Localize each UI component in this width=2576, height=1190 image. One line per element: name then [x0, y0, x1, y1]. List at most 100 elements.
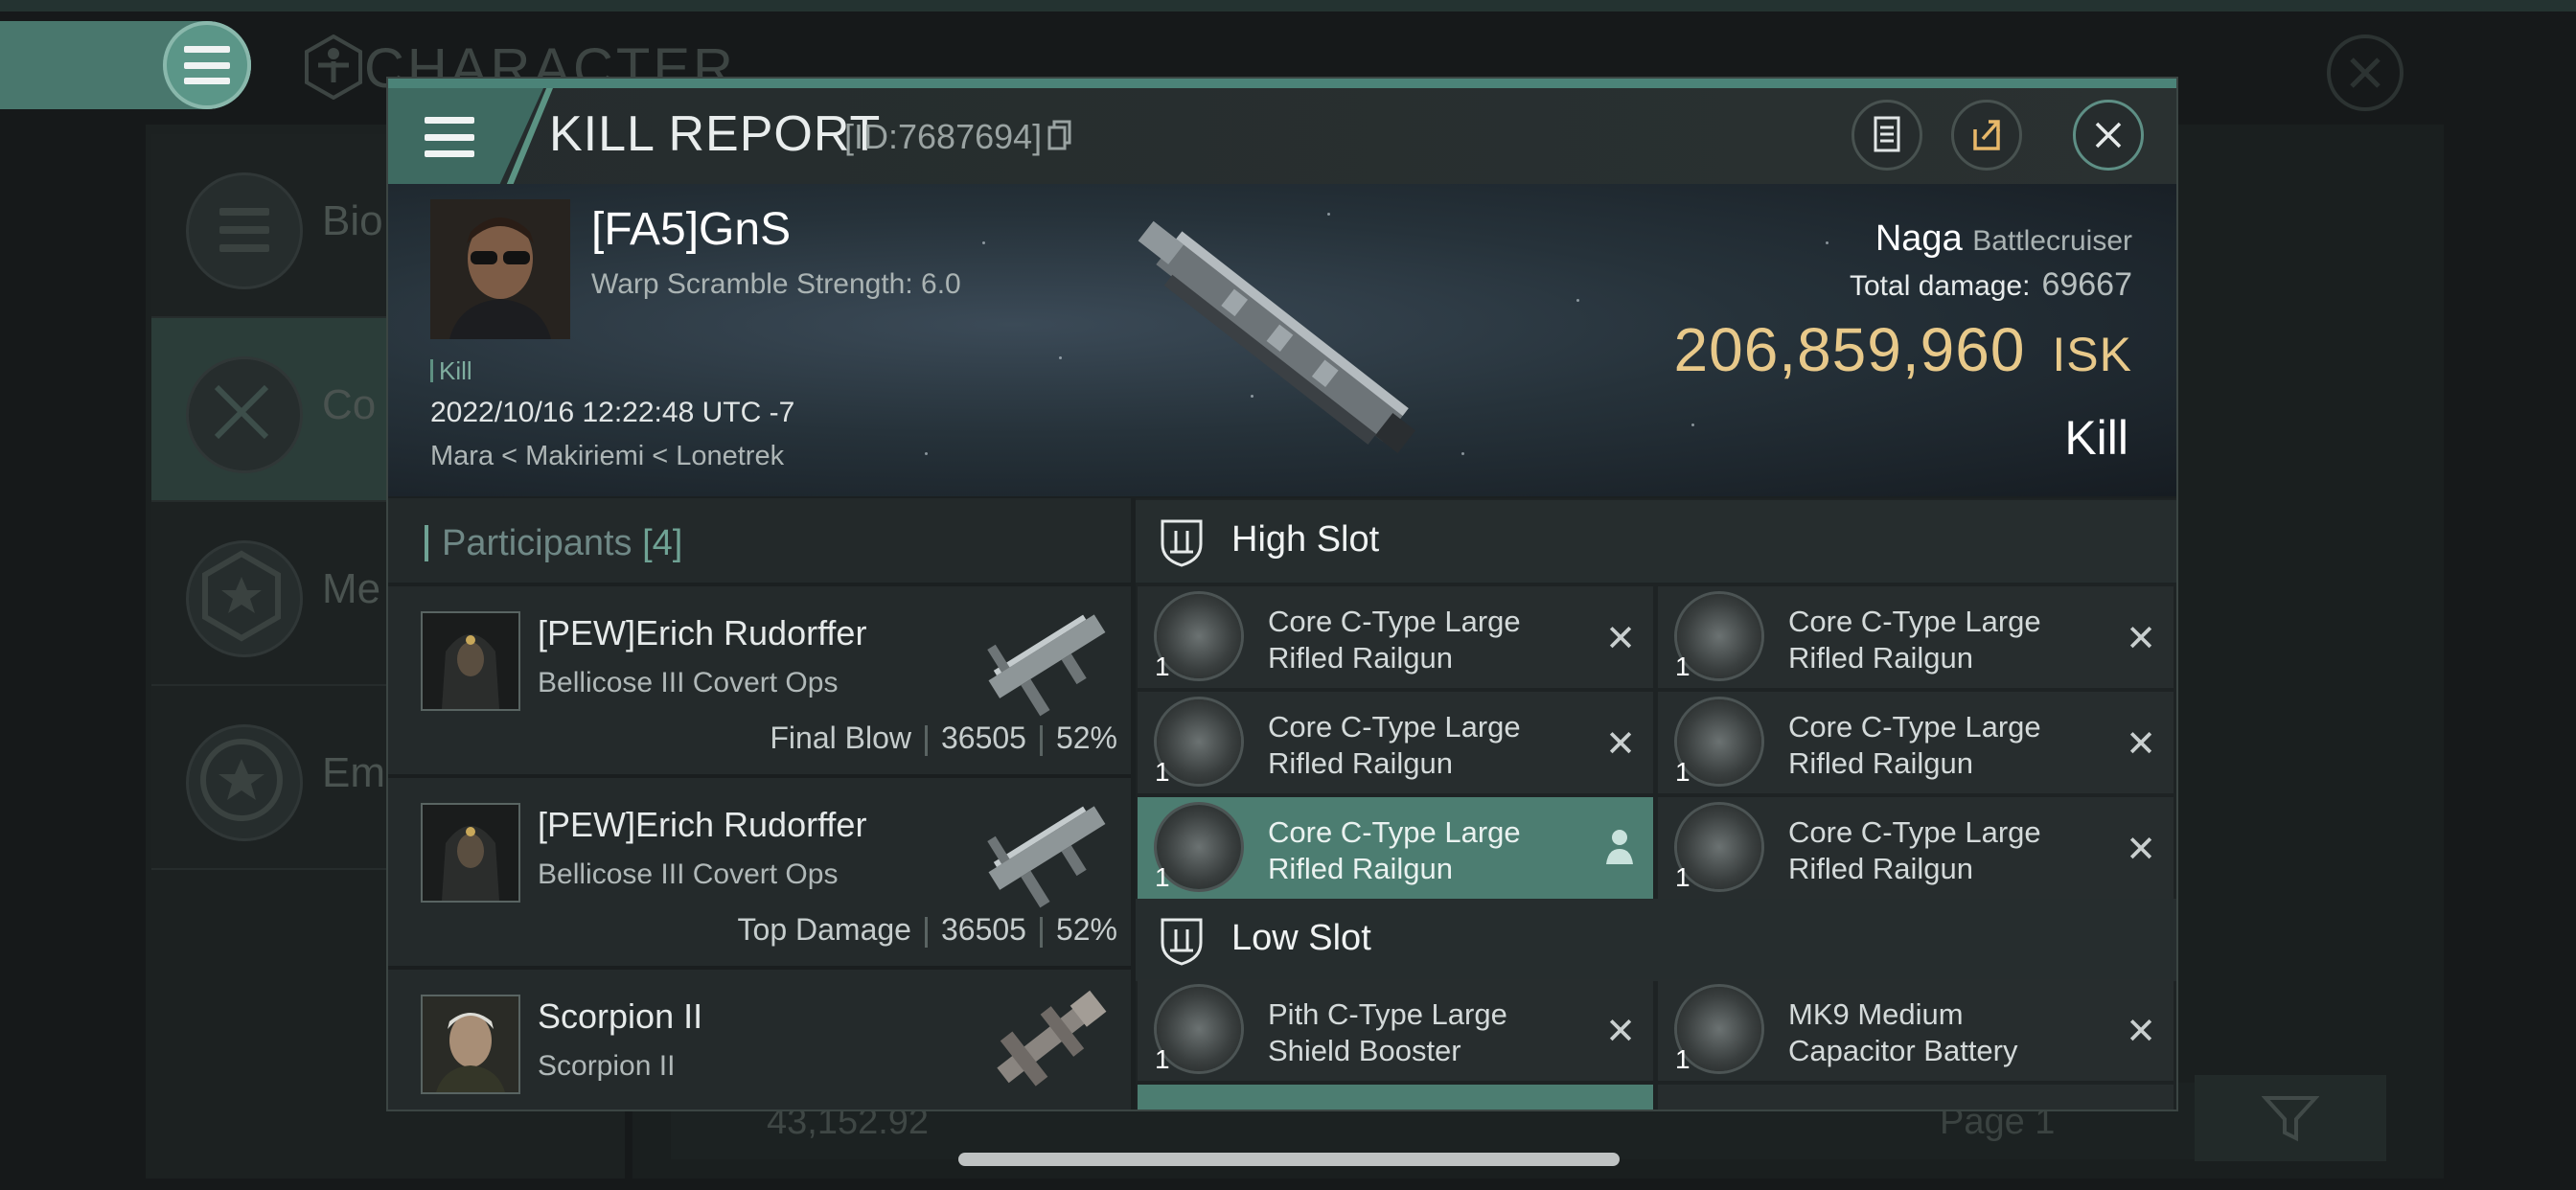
total-damage-label: Total damage:	[1850, 270, 2031, 302]
module-item[interactable]: 1 Pith C-Type Large Shield Booster ✕	[1138, 979, 1653, 1081]
sidebar-item-label: Me	[322, 565, 381, 612]
participant-row[interactable]: Scorpion II Scorpion II	[388, 970, 1131, 1110]
module-qty: 1	[1675, 757, 1690, 787]
participant-portrait	[421, 803, 520, 903]
home-indicator[interactable]	[958, 1153, 1620, 1166]
module-item[interactable]: 1 Core C-Type Large Rifled Railgun ✕	[1138, 692, 1653, 793]
module-name: Core C-Type Large Rifled Railgun	[1268, 814, 1594, 887]
hamburger-icon	[425, 117, 474, 157]
stat-percent: 52%	[1055, 721, 1117, 755]
module-name-line1: Core C-Type Large	[1268, 815, 1521, 849]
slot-shield-icon	[1161, 519, 1203, 567]
module-qty: 1	[1675, 862, 1690, 892]
main-menu-button[interactable]	[0, 21, 251, 109]
participant-row[interactable]: [PEW]Erich Rudorffer Bellicose III Cover…	[388, 778, 1131, 970]
participant-name: [PEW]Erich Rudorffer	[538, 613, 867, 652]
module-name: Core C-Type Large Rifled Railgun	[1268, 604, 1594, 676]
sidebar-item-label: Bio	[322, 197, 383, 244]
low-slot-title: Low Slot	[1231, 918, 1371, 958]
character-close-button[interactable]	[2327, 34, 2404, 111]
module-name-line1: Core C-Type Large	[1788, 815, 2041, 849]
x-icon: ✕	[2126, 724, 2156, 765]
module-name-line2: Capacitor Battery	[1788, 1034, 2018, 1067]
x-icon: ✕	[1605, 724, 1636, 765]
scorpion-ship-icon	[997, 990, 1107, 1087]
kill-timestamp: 2022/10/16 12:22:48 UTC -7	[430, 397, 795, 428]
low-slot-header: Low Slot	[1136, 899, 2176, 981]
participant-portrait	[421, 995, 520, 1094]
module-item[interactable]: 1 Core C-Type Large Rifled Railgun ✕	[1658, 692, 2174, 793]
person-icon	[1606, 830, 1633, 864]
x-icon: ✕	[2126, 619, 2156, 659]
module-name-line1: Core C-Type Large	[1788, 605, 2041, 638]
stat-damage: 36505	[940, 721, 1026, 755]
participant-portrait	[421, 611, 520, 711]
module-qty: 1	[1155, 757, 1170, 787]
module-qty: 1	[1675, 652, 1690, 681]
module-qty: 1	[1155, 1044, 1170, 1074]
participant-stats: Final Blow 36505 52%	[770, 721, 1117, 756]
close-window-button[interactable]	[2073, 100, 2144, 171]
module-name-line1: Core C-Type Large	[1788, 710, 2041, 744]
participants-accent-bar	[425, 525, 428, 561]
module-name-line2: Rifled Railgun	[1268, 852, 1453, 885]
module-name: Core C-Type Large Rifled Railgun	[1788, 709, 2114, 782]
stat-percent: 52%	[1055, 912, 1117, 947]
kill-location[interactable]: Mara < Makiriemi < Lonetrek	[430, 441, 784, 472]
module-name-line2: Rifled Railgun	[1788, 641, 1973, 675]
high-slot-header: High Slot	[1136, 500, 2176, 583]
sidebar-item-label: Em	[322, 749, 385, 796]
participant-row[interactable]: [PEW]Erich Rudorffer Bellicose III Cover…	[388, 586, 1131, 778]
filter-button[interactable]	[2195, 1075, 2386, 1161]
module-item[interactable]: 1 Core C-Type Large Rifled Railgun ✕	[1658, 586, 2174, 688]
module-item[interactable]: 1 MK9 Medium Capacitor Battery ✕	[1658, 979, 2174, 1081]
kill-id: [ID:7687694]	[844, 117, 1072, 157]
victim-detail: Warp Scramble Strength: 6.0	[591, 268, 961, 300]
victim-name[interactable]: [FA5]GnS	[591, 203, 791, 256]
x-icon: ✕	[2126, 830, 2156, 870]
window-accent-line	[388, 79, 2176, 88]
total-damage-line: Total damage: 69667	[1850, 266, 2132, 304]
participant-name: [PEW]Erich Rudorffer	[538, 805, 867, 844]
module-item-partial[interactable]	[1138, 1085, 1653, 1110]
top-status-bar	[0, 0, 2576, 11]
module-name: Core C-Type Large Rifled Railgun	[1788, 814, 2114, 887]
close-icon	[2095, 122, 2122, 149]
bellicose-ship-icon	[987, 614, 1106, 717]
high-slot-title: High Slot	[1231, 519, 1380, 560]
kill-result-label: Kill	[2064, 411, 2128, 465]
victim-banner: [FA5]GnS Warp Scramble Strength: 6.0 Kil…	[388, 184, 2176, 496]
character-icon	[305, 34, 362, 100]
module-name: Core C-Type Large Rifled Railgun	[1268, 709, 1594, 782]
module-item[interactable]: 1 Core C-Type Large Rifled Railgun ✕	[1138, 586, 1653, 688]
close-icon	[2350, 57, 2380, 88]
module-name-line1: Pith C-Type Large	[1268, 997, 1507, 1031]
module-item[interactable]: 1 Core C-Type Large Rifled Railgun ✕	[1658, 797, 2174, 899]
module-item-highlighted[interactable]: 1 Core C-Type Large Rifled Railgun	[1138, 797, 1653, 899]
participant-ship: Bellicose III Covert Ops	[538, 858, 839, 890]
ship-name-line[interactable]: Naga Battlecruiser	[1875, 218, 2132, 260]
bio-icon	[186, 172, 303, 289]
module-name-line1: Core C-Type Large	[1268, 605, 1521, 638]
participants-title: Participants [4]	[442, 523, 682, 564]
kill-report-window: KILL REPORT [ID:7687694] [FA5]GnS Warp S…	[386, 77, 2178, 1111]
sidebar-item-label: Co	[322, 381, 377, 428]
participant-ship: Bellicose III Covert Ops	[538, 667, 839, 698]
victim-portrait[interactable]	[430, 199, 570, 339]
module-name-line1: Core C-Type Large	[1268, 710, 1521, 744]
filter-icon	[2262, 1096, 2319, 1142]
module-item-partial[interactable]	[1658, 1085, 2174, 1110]
isk-unit: ISK	[2052, 328, 2132, 381]
module-name: Pith C-Type Large Shield Booster	[1268, 996, 1594, 1069]
share-button[interactable]	[1951, 100, 2022, 171]
participant-ship: Scorpion II	[538, 1050, 676, 1082]
module-qty: 1	[1155, 862, 1170, 892]
copy-icon[interactable]	[1047, 120, 1072, 150]
share-icon	[1973, 120, 2000, 150]
clipboard-button[interactable]	[1852, 100, 1922, 171]
hamburger-icon	[184, 46, 230, 84]
participant-name: Scorpion II	[538, 996, 703, 1036]
crossed-swords-icon	[186, 356, 303, 473]
stat-label: Top Damage	[737, 912, 911, 947]
isk-value-line: 206,859,960 ISK	[1674, 314, 2133, 385]
